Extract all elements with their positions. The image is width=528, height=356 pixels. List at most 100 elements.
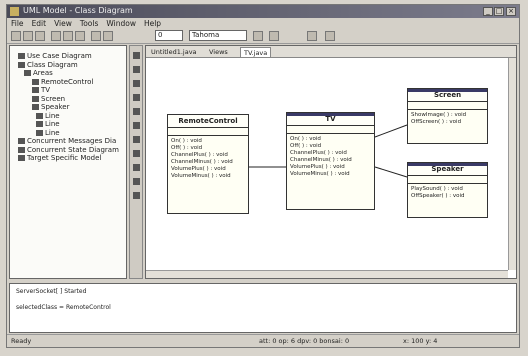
operations-compartment: ShowImage( ) : void OffScreen( ) : void xyxy=(408,110,487,128)
tree-item-label: TV xyxy=(41,86,51,94)
maximize-button[interactable]: □ xyxy=(494,7,504,16)
class-tool-icon[interactable] xyxy=(133,66,140,73)
menu-tools[interactable]: Tools xyxy=(76,18,102,29)
diagram-canvas[interactable]: RemoteControl On( ) : void Off( ) : void… xyxy=(147,58,508,270)
operation: OffScreen( ) : void xyxy=(411,119,462,125)
class-box-screen[interactable]: Screen ShowImage( ) : void OffScreen( ) … xyxy=(407,88,488,144)
note-tool-icon[interactable] xyxy=(133,94,140,101)
folder-icon xyxy=(24,70,31,76)
tree-item-label: Use Case Diagram xyxy=(27,52,92,60)
menu-window[interactable]: Window xyxy=(102,18,140,29)
operation: ChannelMinus( ) : void xyxy=(290,157,352,163)
layout-icon[interactable] xyxy=(325,31,335,41)
menu-help[interactable]: Help xyxy=(140,18,165,29)
settings-icon[interactable] xyxy=(103,31,113,41)
operation: On( ) : void xyxy=(290,136,321,142)
editor-tabs: Untitled1.java Views TV.java xyxy=(146,46,516,58)
diagram-icon xyxy=(18,61,25,68)
minimize-button[interactable]: _ xyxy=(483,7,493,16)
zoom-select[interactable]: 0 xyxy=(155,30,183,41)
tab-untitled1[interactable]: Untitled1.java xyxy=(148,47,200,57)
tree-item[interactable]: Concurrent State Diagram xyxy=(18,146,119,154)
diagram-icon xyxy=(18,155,25,161)
tree-item[interactable]: Line xyxy=(36,120,60,128)
tree-item[interactable]: TV xyxy=(32,86,50,94)
association-line[interactable] xyxy=(374,124,408,138)
generalization-tool-icon[interactable] xyxy=(133,150,140,157)
open-icon[interactable] xyxy=(23,31,33,41)
realization-tool-icon[interactable] xyxy=(133,178,140,185)
canvas-horizontal-scrollbar[interactable] xyxy=(146,270,508,278)
tree-item[interactable]: Areas xyxy=(24,69,53,77)
association-tool-icon[interactable] xyxy=(133,108,140,115)
class-box-tv[interactable]: TV On( ) : void Off( ) : void ChannelPlu… xyxy=(286,112,375,210)
status-bar: Ready att: 0 op: 6 dpv: 0 bonsai: 0 x: 1… xyxy=(7,334,519,347)
tree-item[interactable]: Speaker xyxy=(32,103,69,111)
tree-item-label: Screen xyxy=(41,94,66,103)
operation: OffSpeaker( ) : void xyxy=(411,193,465,199)
association-line[interactable] xyxy=(374,166,408,178)
tree-item[interactable]: Use Case Diagram xyxy=(18,52,92,60)
menu-edit[interactable]: Edit xyxy=(28,18,51,29)
tree-item[interactable]: RemoteControl xyxy=(32,78,93,86)
print-icon[interactable] xyxy=(91,31,101,41)
tree-item[interactable]: Target Specific Model xyxy=(18,154,101,162)
tree-item[interactable]: Concurrent Messages Dia xyxy=(18,137,116,145)
operation: ChannelMinus( ) : void xyxy=(171,159,233,165)
operation: PlaySound( ) : void xyxy=(411,186,463,192)
save-icon[interactable] xyxy=(35,31,45,41)
window-title: UML Model - Class Diagram xyxy=(23,6,133,15)
tab-views[interactable]: Views xyxy=(206,47,231,57)
operation: VolumeMinus( ) : void xyxy=(171,173,231,179)
menu-view[interactable]: View xyxy=(50,18,76,29)
diagram-icon xyxy=(18,146,25,153)
interface-tool-icon[interactable] xyxy=(133,80,140,87)
attributes-compartment xyxy=(408,102,487,110)
class-box-speaker[interactable]: Speaker PlaySound( ) : void OffSpeaker( … xyxy=(407,162,488,218)
new-icon[interactable] xyxy=(11,31,21,41)
operation: On( ) : void xyxy=(171,138,202,144)
close-button[interactable]: × xyxy=(506,7,516,16)
copy-icon[interactable] xyxy=(63,31,73,41)
pointer-tool-icon[interactable] xyxy=(133,52,140,59)
model-tree[interactable]: Use Case Diagram Class Diagram Areas Remote… xyxy=(9,45,127,319)
class-box-remotecontrol[interactable]: RemoteControl On( ) : void Off( ) : void… xyxy=(167,114,249,214)
dependency-tool-icon[interactable] xyxy=(133,164,140,171)
title-bar[interactable]: UML Model - Class Diagram _ □ × xyxy=(7,5,519,18)
tree-item-label: Line xyxy=(45,111,60,120)
selection-stripe xyxy=(408,163,487,166)
composition-tool-icon[interactable] xyxy=(133,136,140,143)
operation: VolumeMinus( ) : void xyxy=(290,171,350,177)
app-icon xyxy=(10,7,19,16)
operation: ShowImage( ) : void xyxy=(411,112,467,118)
class-icon xyxy=(32,87,39,93)
selection-stripe xyxy=(408,89,487,92)
main-window: UML Model - Class Diagram _ □ × File Edit… xyxy=(6,4,520,348)
line-icon xyxy=(36,112,43,119)
canvas-vertical-scrollbar[interactable] xyxy=(508,58,516,270)
italic-icon[interactable] xyxy=(269,31,279,41)
font-select[interactable]: Tahoma xyxy=(189,30,247,41)
cut-icon[interactable] xyxy=(51,31,61,41)
aggregation-tool-icon[interactable] xyxy=(133,122,140,129)
menu-file[interactable]: File xyxy=(7,18,28,29)
diagram-editor: Untitled1.java Views TV.java RemoteContr… xyxy=(145,45,517,279)
status-counts: att: 0 op: 6 dpv: 0 bonsai: 0 xyxy=(259,337,350,345)
tree-item[interactable]: Class Diagram xyxy=(18,61,78,69)
bold-icon[interactable] xyxy=(253,31,263,41)
tree-item-label: Concurrent Messages Dia xyxy=(27,137,117,145)
tree-item-label: Target Specific Model xyxy=(27,154,102,162)
attributes-compartment xyxy=(408,176,487,184)
diagram-icon xyxy=(18,53,25,59)
tab-tv[interactable]: TV.java xyxy=(240,47,272,57)
tree-item[interactable]: Line xyxy=(36,112,60,120)
tree-item[interactable]: Screen xyxy=(32,95,65,103)
line-icon xyxy=(36,129,43,136)
tree-item-label: Line xyxy=(45,120,60,128)
link-tool-icon[interactable] xyxy=(133,192,140,199)
tree-item[interactable]: Line xyxy=(36,129,60,137)
align-icon[interactable] xyxy=(307,31,317,41)
console-line: ServerSocket[ ] Started xyxy=(16,288,87,295)
attributes-compartment xyxy=(287,126,374,134)
paste-icon[interactable] xyxy=(75,31,85,41)
